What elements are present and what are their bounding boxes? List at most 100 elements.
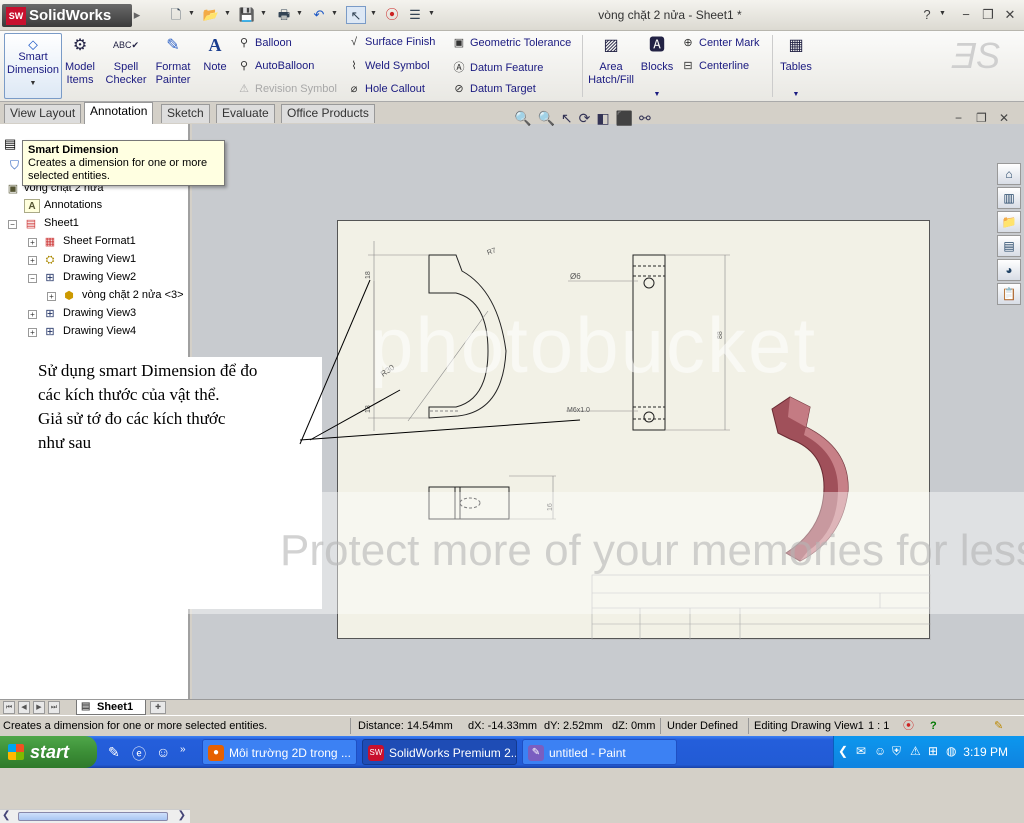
dim-18b[interactable]: 18 <box>365 405 372 413</box>
close-button[interactable]: ✕ <box>1001 7 1019 23</box>
viewport-restore-button[interactable]: ❐ <box>976 111 987 125</box>
autoballoon-button[interactable]: ⚲ AutoBalloon <box>236 59 314 72</box>
print-icon[interactable]: 🖶 <box>274 6 294 24</box>
status-scale[interactable]: 1 : 1 <box>868 716 889 736</box>
undo-icon[interactable]: ↶ <box>309 6 329 24</box>
expand-icon[interactable]: + <box>28 310 37 319</box>
solidworks-logo[interactable]: SW SolidWorks <box>2 4 132 27</box>
restore-button[interactable]: ❐ <box>979 7 997 23</box>
dim-thread[interactable]: M6x1.0 <box>567 407 590 414</box>
last-sheet-icon[interactable]: ⏭ <box>48 701 60 714</box>
revision-symbol-button[interactable]: ⚠ Revision Symbol <box>236 82 337 95</box>
tab-view-layout[interactable]: View Layout <box>4 104 82 123</box>
balloon-button[interactable]: ⚲ Balloon <box>236 36 292 49</box>
tab-annotation[interactable]: Annotation <box>84 102 154 124</box>
tray-expand-icon[interactable]: ❮ <box>838 744 848 758</box>
view-settings-icon[interactable]: ⚯ <box>639 110 657 126</box>
tree-item-sheet1[interactable]: − ▤ Sheet1 <box>0 217 190 231</box>
add-sheet-icon[interactable]: ✚ <box>150 701 166 714</box>
tree-horizontal-scrollbar[interactable]: ❮ ❯ <box>0 809 190 823</box>
tray-network-icon[interactable]: ⊞ <box>928 744 938 758</box>
quicklaunch-ie-icon[interactable]: ⓔ <box>132 744 146 764</box>
tray-mail-icon[interactable]: ✉ <box>856 744 866 758</box>
taskbar-item-solidworks[interactable]: SW SolidWorks Premium 2... <box>362 739 517 765</box>
menu-arrow-icon[interactable]: ▸ <box>127 6 147 24</box>
save-icon[interactable]: 💾 <box>237 6 257 24</box>
weld-symbol-button[interactable]: ⌇ Weld Symbol <box>346 59 429 72</box>
previous-view-icon[interactable]: ↖ <box>561 110 579 126</box>
tree-item-drawing-view1[interactable]: + ⛭ Drawing View1 <box>0 253 190 267</box>
tree-item-drawing-view3[interactable]: + ⊞ Drawing View3 <box>0 307 190 321</box>
file-explorer-icon[interactable]: 📁 <box>997 211 1021 233</box>
tray-yahoo-icon[interactable]: ☺ <box>874 744 886 758</box>
save-dropdown-icon[interactable]: ▼ <box>260 10 267 17</box>
hole-callout-button[interactable]: ⌀ Hole Callout <box>346 82 425 95</box>
tree-item-annotations[interactable]: A Annotations <box>0 199 190 213</box>
datum-target-button[interactable]: ⊘ Datum Target <box>451 82 535 95</box>
tree-item-part[interactable]: + ⬢ vòng chặt 2 nửa <3> <box>0 289 190 303</box>
tab-office-products[interactable]: Office Products <box>281 104 375 123</box>
tree-item-drawing-view4[interactable]: + ⊞ Drawing View4 <box>0 325 190 339</box>
smart-dimension-button[interactable]: ⬦ Smart Dimension ▼ <box>4 33 62 99</box>
blocks-dropdown-icon[interactable]: ▼ <box>640 88 674 101</box>
model-items-button[interactable]: ⚙ Model Items <box>64 33 96 87</box>
taskbar-item-firefox[interactable]: ● Môi trường 2D trong ... <box>202 739 357 765</box>
surface-finish-button[interactable]: √ Surface Finish <box>346 36 435 48</box>
minimize-button[interactable]: − <box>957 7 975 22</box>
viewport-close-button[interactable]: ✕ <box>999 111 1009 125</box>
dim-18a[interactable]: 18 <box>365 271 372 279</box>
tree-item-sheet-format[interactable]: + ▦ Sheet Format1 <box>0 235 190 249</box>
first-sheet-icon[interactable]: ⏮ <box>3 701 15 714</box>
tab-sketch[interactable]: Sketch <box>161 104 210 123</box>
appearances-icon[interactable]: ◕ <box>997 259 1021 281</box>
expand-icon[interactable]: + <box>28 256 37 265</box>
display-style-icon[interactable]: ◧ <box>596 110 615 126</box>
help-dropdown-icon[interactable]: ▼ <box>939 10 946 17</box>
smart-dimension-dropdown-icon[interactable]: ▼ <box>5 77 61 90</box>
centerline-button[interactable]: ⊟ Centerline <box>680 59 749 72</box>
new-document-icon[interactable]: 🗋 <box>166 6 186 24</box>
quicklaunch-messenger-icon[interactable]: ☺ <box>156 744 170 760</box>
print-dropdown-icon[interactable]: ▼ <box>296 10 303 17</box>
area-hatch-button[interactable]: ▨ Area Hatch/Fill <box>588 33 634 87</box>
format-painter-button[interactable]: ✎ Format Painter <box>152 33 194 87</box>
zoom-to-fit-icon[interactable]: 🔍 <box>514 110 537 126</box>
geometric-tolerance-button[interactable]: ▣ Geometric Tolerance <box>451 36 572 49</box>
sheet-tab-sheet1[interactable]: ▤ Sheet1 <box>76 700 146 715</box>
feature-tree-tab-icon[interactable]: ▤ <box>4 136 16 152</box>
tables-button[interactable]: ▦ Tables ▼ <box>776 33 816 101</box>
scroll-left-icon[interactable]: ❮ <box>2 810 10 821</box>
custom-properties-icon[interactable]: 📋 <box>997 283 1021 305</box>
collapse-icon[interactable]: − <box>8 220 17 229</box>
expand-icon[interactable]: + <box>28 328 37 337</box>
rebuild-status-icon[interactable]: ⦿ <box>903 716 914 736</box>
datum-feature-button[interactable]: Ⓐ Datum Feature <box>451 59 544 75</box>
viewport-minimize-button[interactable]: − <box>955 111 962 125</box>
tray-security-icon[interactable]: ⚠ <box>910 744 921 758</box>
options-dropdown-icon[interactable]: ▼ <box>428 10 435 17</box>
taskbar-item-paint[interactable]: ✎ untitled - Paint <box>522 739 677 765</box>
select-pointer-icon[interactable]: ↖ <box>346 6 366 24</box>
prev-sheet-icon[interactable]: ◀ <box>18 701 30 714</box>
help-status-icon[interactable]: ? <box>930 716 937 736</box>
open-folder-icon[interactable]: 📂 <box>201 6 221 24</box>
dim-r7[interactable]: R7 <box>486 247 497 257</box>
dim-phi6[interactable]: Ø6 <box>570 272 581 281</box>
quicklaunch-more-icon[interactable]: » <box>180 744 186 755</box>
expand-icon[interactable]: + <box>47 292 56 301</box>
collapse-icon[interactable]: − <box>28 274 37 283</box>
rebuild-icon[interactable]: ⦿ <box>382 6 402 24</box>
scroll-right-icon[interactable]: ❯ <box>178 810 186 821</box>
zoom-to-area-icon[interactable]: 🔍 <box>537 110 560 126</box>
tab-evaluate[interactable]: Evaluate <box>216 104 275 123</box>
tables-dropdown-icon[interactable]: ▼ <box>776 88 816 101</box>
options-icon[interactable]: ☰ <box>405 6 425 24</box>
clock[interactable]: 3:19 PM <box>963 745 1008 759</box>
view-palette-icon[interactable]: ▤ <box>997 235 1021 257</box>
hide-show-icon[interactable]: ⬛ <box>616 110 639 126</box>
center-mark-button[interactable]: ⊕ Center Mark <box>680 36 759 49</box>
select-dropdown-icon[interactable]: ▼ <box>370 10 377 17</box>
spell-checker-button[interactable]: ABC✔ Spell Checker <box>104 33 148 87</box>
start-button[interactable]: start <box>0 736 97 768</box>
home-icon[interactable]: ⌂ <box>997 163 1021 185</box>
